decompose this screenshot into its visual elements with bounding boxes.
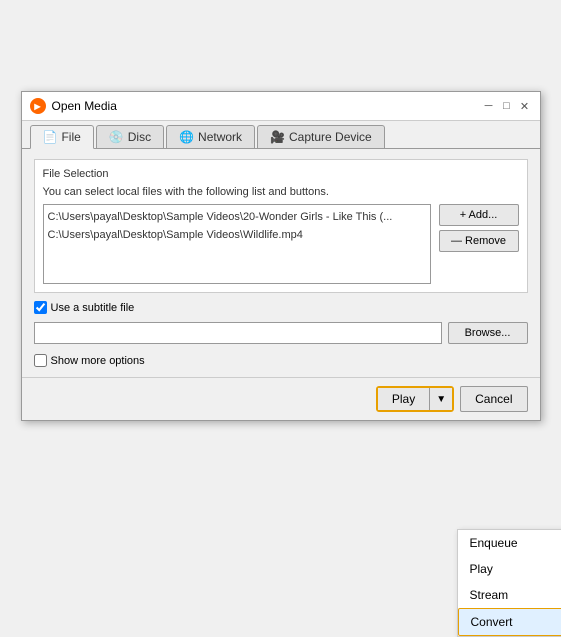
file-selection-section: File Selection You can select local file…: [34, 159, 528, 293]
show-more-row: Show more options: [34, 354, 528, 367]
dropdown-play-label: Play: [470, 562, 493, 576]
dropdown-item-enqueue[interactable]: Enqueue Alt+E: [458, 530, 561, 556]
play-button-group: Play ▼: [376, 386, 454, 412]
dropdown-item-play[interactable]: Play Alt+P: [458, 556, 561, 582]
file-listbox[interactable]: C:\Users\payal\Desktop\Sample Videos\20-…: [43, 204, 431, 284]
add-button[interactable]: + Add...: [439, 204, 519, 226]
play-dropdown-button[interactable]: ▼: [430, 388, 452, 410]
window-controls: ─ □ ✕: [482, 99, 532, 113]
tab-file-label: File: [61, 130, 80, 144]
browse-button[interactable]: Browse...: [448, 322, 528, 344]
maximize-button[interactable]: □: [500, 99, 514, 113]
tab-disc-label: Disc: [128, 130, 151, 144]
cancel-button[interactable]: Cancel: [460, 386, 527, 412]
minimize-button[interactable]: ─: [482, 99, 496, 113]
tab-disc[interactable]: 💿 Disc: [96, 125, 164, 148]
subtitle-input-row: Browse...: [34, 322, 528, 344]
subtitle-path-input[interactable]: [34, 322, 442, 344]
title-bar: ▶ Open Media ─ □ ✕: [22, 92, 540, 121]
open-media-window: ▶ Open Media ─ □ ✕ 📄 File 💿 Disc 🌐 Netwo…: [21, 91, 541, 421]
tab-content: File Selection You can select local file…: [22, 149, 540, 377]
tab-file[interactable]: 📄 File: [30, 125, 94, 149]
dropdown-convert-label: Convert: [471, 615, 513, 629]
file-selection-label: File Selection: [43, 168, 519, 180]
list-item: C:\Users\payal\Desktop\Sample Videos\Wil…: [48, 227, 426, 245]
subtitle-label-text: Use a subtitle file: [51, 302, 135, 314]
tab-network-label: Network: [198, 130, 242, 144]
close-button[interactable]: ✕: [518, 99, 532, 113]
window-title: Open Media: [52, 99, 117, 113]
tab-capture-label: Capture Device: [289, 130, 372, 144]
dropdown-enqueue-label: Enqueue: [470, 536, 518, 550]
remove-button[interactable]: — Remove: [439, 230, 519, 252]
capture-tab-icon: 🎥: [270, 130, 285, 144]
network-tab-icon: 🌐: [179, 130, 194, 144]
show-more-label[interactable]: Show more options: [34, 354, 145, 367]
subtitle-checkbox-row: Use a subtitle file: [34, 301, 528, 314]
list-item: C:\Users\payal\Desktop\Sample Videos\20-…: [48, 209, 426, 227]
dropdown-menu-list: Enqueue Alt+E Play Alt+P Stream Alt+S Co…: [457, 529, 561, 637]
tab-bar: 📄 File 💿 Disc 🌐 Network 🎥 Capture Device: [22, 121, 540, 149]
title-bar-left: ▶ Open Media: [30, 98, 117, 114]
dropdown-item-convert[interactable]: Convert Alt+O: [458, 608, 561, 636]
file-list-area: C:\Users\payal\Desktop\Sample Videos\20-…: [43, 204, 519, 284]
play-main-button[interactable]: Play: [378, 388, 430, 410]
disc-tab-icon: 💿: [109, 130, 124, 144]
dropdown-arrow-icon: ▼: [436, 394, 446, 405]
file-tab-icon: 📄: [43, 130, 58, 144]
subtitle-checkbox-label[interactable]: Use a subtitle file: [34, 301, 135, 314]
tab-capture[interactable]: 🎥 Capture Device: [257, 125, 385, 148]
vlc-logo-icon: ▶: [30, 98, 46, 114]
subtitle-checkbox[interactable]: [34, 301, 47, 314]
tab-network[interactable]: 🌐 Network: [166, 125, 255, 148]
bottom-bar: Play ▼ Cancel: [22, 377, 540, 420]
show-more-checkbox[interactable]: [34, 354, 47, 367]
app-wrapper: ▶ Open Media ─ □ ✕ 📄 File 💿 Disc 🌐 Netwo…: [21, 91, 541, 421]
file-action-buttons: + Add... — Remove: [439, 204, 519, 284]
dropdown-stream-label: Stream: [470, 588, 509, 602]
dropdown-item-stream[interactable]: Stream Alt+S: [458, 582, 561, 608]
show-more-text: Show more options: [51, 355, 145, 367]
file-selection-description: You can select local files with the foll…: [43, 186, 519, 198]
